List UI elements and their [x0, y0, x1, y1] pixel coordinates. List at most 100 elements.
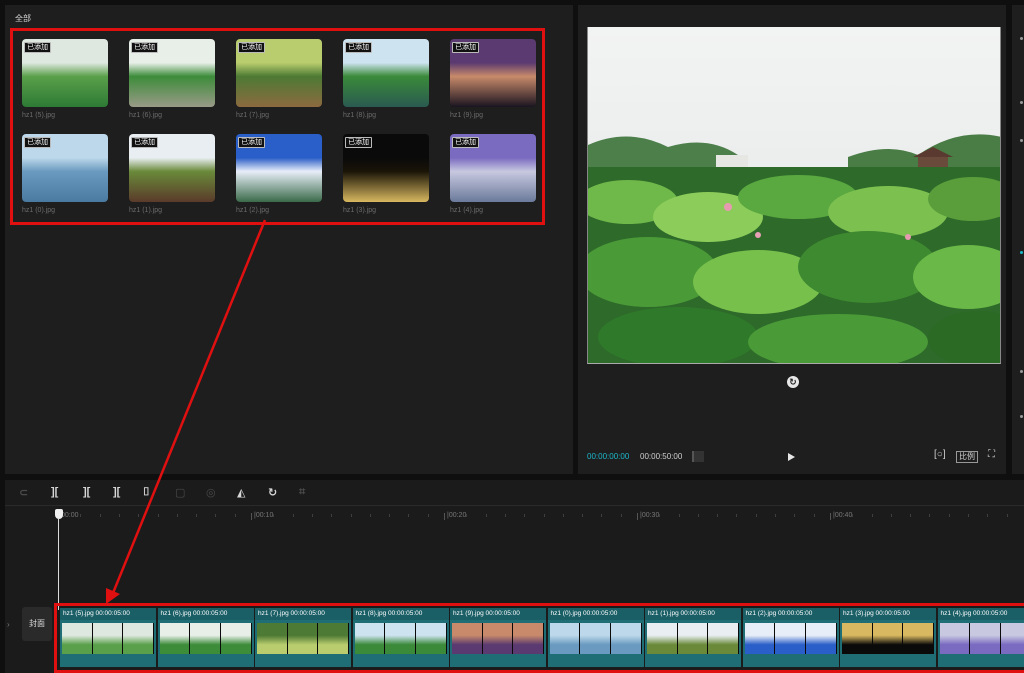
- ruler-minor-tick: [563, 514, 564, 517]
- media-thumbnail[interactable]: 已添加: [343, 134, 429, 202]
- properties-panel: [1012, 5, 1024, 474]
- ruler-minor-tick: [370, 514, 371, 517]
- clip-footer: [60, 654, 156, 667]
- media-item[interactable]: 已添加 hz1 (5).jpg: [22, 39, 114, 134]
- clip-frame: [842, 623, 873, 654]
- clip-frame: [939, 623, 971, 654]
- reverse-icon[interactable]: ◎: [206, 486, 216, 499]
- ruler-minor-tick: [833, 514, 834, 517]
- timeline-clip[interactable]: hz1 (4).jpg 00:00:05:00: [937, 608, 1024, 667]
- media-item[interactable]: 已添加 hz1 (3).jpg: [343, 134, 435, 229]
- clip-frame: [123, 623, 155, 654]
- clip-frame: [513, 623, 545, 654]
- ruler-minor-tick: [775, 514, 776, 517]
- ruler-label: |00:20: [443, 512, 467, 520]
- clip-frame: [159, 623, 191, 654]
- crop-icon[interactable]: ⌗: [299, 486, 305, 499]
- ratio-button[interactable]: 比例: [956, 451, 978, 463]
- ruler-minor-tick: [794, 514, 795, 517]
- media-thumbnail[interactable]: 已添加: [450, 134, 536, 202]
- media-item[interactable]: 已添加 hz1 (6).jpg: [129, 39, 221, 134]
- timeline-clip[interactable]: hz1 (8).jpg 00:00:05:00: [352, 608, 449, 667]
- clip-filmstrip: [549, 623, 642, 654]
- ruler-minor-tick: [273, 514, 274, 517]
- clip-footer: [450, 654, 546, 667]
- track-expand-icon[interactable]: ›: [7, 620, 10, 629]
- ruler-minor-tick: [659, 514, 660, 517]
- media-thumbnail[interactable]: 已添加: [236, 134, 322, 202]
- timeline-clip[interactable]: hz1 (3).jpg 00:00:05:00: [840, 608, 936, 667]
- ruler-minor-tick: [215, 514, 216, 517]
- timeline-clip[interactable]: hz1 (5).jpg 00:00:05:00: [60, 608, 156, 667]
- play-icon[interactable]: [788, 453, 795, 461]
- ruler-minor-tick: [158, 514, 159, 517]
- media-filename: hz1 (8).jpg: [343, 112, 377, 119]
- clip-label: hz1 (8).jpg 00:00:05:00: [352, 608, 449, 620]
- media-filename: hz1 (4).jpg: [450, 207, 484, 214]
- clip-frame: [903, 623, 935, 654]
- clip-filmstrip: [647, 623, 740, 654]
- clip-footer: [352, 654, 449, 667]
- media-item[interactable]: 已添加 hz1 (2).jpg: [236, 134, 328, 229]
- media-item[interactable]: 已添加 hz1 (8).jpg: [343, 39, 435, 134]
- media-item[interactable]: 已添加 hz1 (7).jpg: [236, 39, 328, 134]
- ruler-minor-tick: [929, 514, 930, 517]
- timeline-clip[interactable]: hz1 (2).jpg 00:00:05:00: [742, 608, 839, 667]
- ruler-minor-tick: [756, 514, 757, 517]
- cover-button[interactable]: 封面: [22, 607, 52, 641]
- media-grid: 已添加 hz1 (5).jpg 已添加 hz1 (6).jpg 已添加 hz1 (7).j…: [10, 28, 545, 225]
- media-thumbnail[interactable]: 已添加: [22, 39, 108, 107]
- fit-icon[interactable]: [○]: [934, 449, 946, 460]
- rotate-clip-icon[interactable]: ↻: [268, 486, 277, 499]
- timeline-clip[interactable]: hz1 (9).jpg 00:00:05:00: [450, 608, 546, 667]
- ruler-minor-tick: [466, 514, 467, 517]
- media-item[interactable]: 已添加 hz1 (0).jpg: [22, 134, 114, 229]
- ruler-minor-tick: [621, 514, 622, 517]
- media-thumbnail[interactable]: 已添加: [129, 39, 215, 107]
- playhead-handle[interactable]: [55, 509, 63, 519]
- added-badge: 已添加: [345, 42, 372, 53]
- timeline-ruler[interactable]: 00:00 |00:10 |00:20 |00:30 |00:40: [55, 507, 1024, 525]
- clip-frame: [775, 623, 806, 654]
- undo-icon[interactable]: ⊂: [19, 486, 28, 499]
- media-thumbnail[interactable]: 已添加: [236, 39, 322, 107]
- mirror-icon[interactable]: ◭: [237, 486, 245, 499]
- clip-frame: [647, 623, 678, 654]
- delete-icon[interactable]: ⌷: [143, 486, 150, 499]
- video-track: hz1 (5).jpg 00:00:05:00 hz1 (6).jpg 00:00…: [54, 603, 1024, 673]
- media-thumbnail[interactable]: 已添加: [343, 39, 429, 107]
- timeline-clip[interactable]: hz1 (6).jpg 00:00:05:00: [157, 608, 254, 667]
- media-item[interactable]: 已添加 hz1 (4).jpg: [450, 134, 542, 229]
- current-timecode: 00:00:00:00: [587, 452, 630, 461]
- ruler-minor-tick: [640, 514, 641, 517]
- added-badge: 已添加: [24, 137, 51, 148]
- media-item[interactable]: 已添加 hz1 (9).jpg: [450, 39, 542, 134]
- ruler-minor-tick: [544, 514, 545, 517]
- media-filename: hz1 (6).jpg: [129, 112, 163, 119]
- clip-filmstrip: [939, 623, 1024, 654]
- clip-frame: [677, 623, 709, 654]
- media-thumbnail[interactable]: 已添加: [129, 134, 215, 202]
- split-icon[interactable]: ][: [51, 486, 58, 498]
- freeze-icon[interactable]: ▢: [175, 486, 185, 499]
- clip-label: hz1 (9).jpg 00:00:05:00: [450, 608, 546, 620]
- media-thumbnail[interactable]: 已添加: [450, 39, 536, 107]
- media-category-all-tab[interactable]: 全部: [15, 13, 31, 24]
- clip-filmstrip: [744, 623, 837, 654]
- added-badge: 已添加: [24, 42, 51, 53]
- split-left-icon[interactable]: ][: [83, 486, 90, 498]
- split-right-icon[interactable]: ][: [113, 486, 120, 498]
- player-controls: 00:00:00:00 00:00:50:00 [○] 比例 ⛶: [578, 445, 1006, 469]
- rotate-icon[interactable]: ↻: [787, 376, 799, 388]
- timeline-clip[interactable]: hz1 (0).jpg 00:00:05:00: [547, 608, 644, 667]
- clip-frame: [92, 623, 124, 654]
- ruler-minor-tick: [486, 514, 487, 517]
- timeline-clip[interactable]: hz1 (7).jpg 00:00:05:00: [255, 608, 351, 667]
- ruler-minor-tick: [524, 514, 525, 517]
- timeline-clip[interactable]: hz1 (1).jpg 00:00:05:00: [645, 608, 741, 667]
- fullscreen-icon[interactable]: ⛶: [988, 449, 995, 460]
- added-badge: 已添加: [238, 137, 265, 148]
- clip-frame: [287, 623, 319, 654]
- media-item[interactable]: 已添加 hz1 (1).jpg: [129, 134, 221, 229]
- media-thumbnail[interactable]: 已添加: [22, 134, 108, 202]
